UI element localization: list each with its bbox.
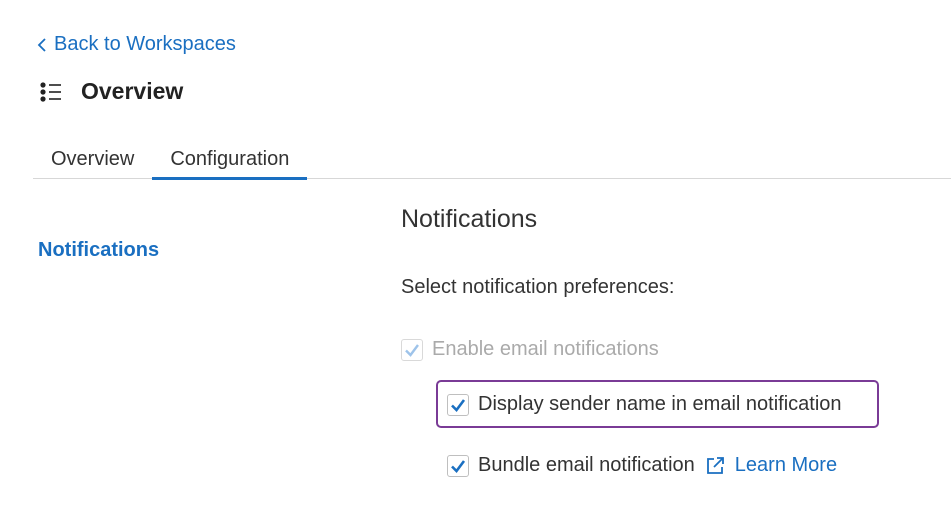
display-sender-name-label: Display sender name in email notificatio… [478, 393, 842, 415]
back-link-label: Back to Workspaces [54, 33, 236, 55]
list-icon [40, 81, 61, 102]
enable-email-notifications-option: Enable email notifications [401, 338, 659, 361]
learn-more-label: Learn More [734, 454, 838, 476]
section-title: Notifications [401, 205, 538, 233]
bundle-email-notification-option[interactable]: Bundle email notification Learn More [447, 454, 837, 477]
checkmark-icon [451, 459, 466, 473]
checkmark-icon [451, 398, 466, 412]
bundle-email-notification-checkbox[interactable] [447, 454, 469, 477]
chevron-left-icon [37, 37, 46, 52]
checkmark-icon [405, 343, 419, 357]
learn-more-link[interactable]: Learn More [705, 454, 837, 477]
enable-email-notifications-label: Enable email notifications [432, 338, 659, 360]
display-sender-name-checkbox[interactable] [447, 393, 469, 416]
sidebar-item-notifications[interactable]: Notifications [38, 239, 159, 262]
tab-configuration[interactable]: Configuration [152, 140, 308, 180]
preferences-prompt: Select notification preferences: [401, 276, 675, 298]
bundle-email-notification-label: Bundle email notification [478, 454, 695, 476]
page-title: Overview [81, 78, 184, 104]
external-link-icon [706, 456, 724, 474]
display-sender-name-option[interactable]: Display sender name in email notificatio… [447, 393, 842, 416]
enable-email-notifications-checkbox [401, 338, 423, 361]
tab-bar: Overview Configuration [33, 140, 951, 180]
tab-overview[interactable]: Overview [33, 140, 152, 179]
back-to-workspaces-link[interactable]: Back to Workspaces [36, 33, 236, 56]
page-header: Overview [39, 78, 183, 105]
